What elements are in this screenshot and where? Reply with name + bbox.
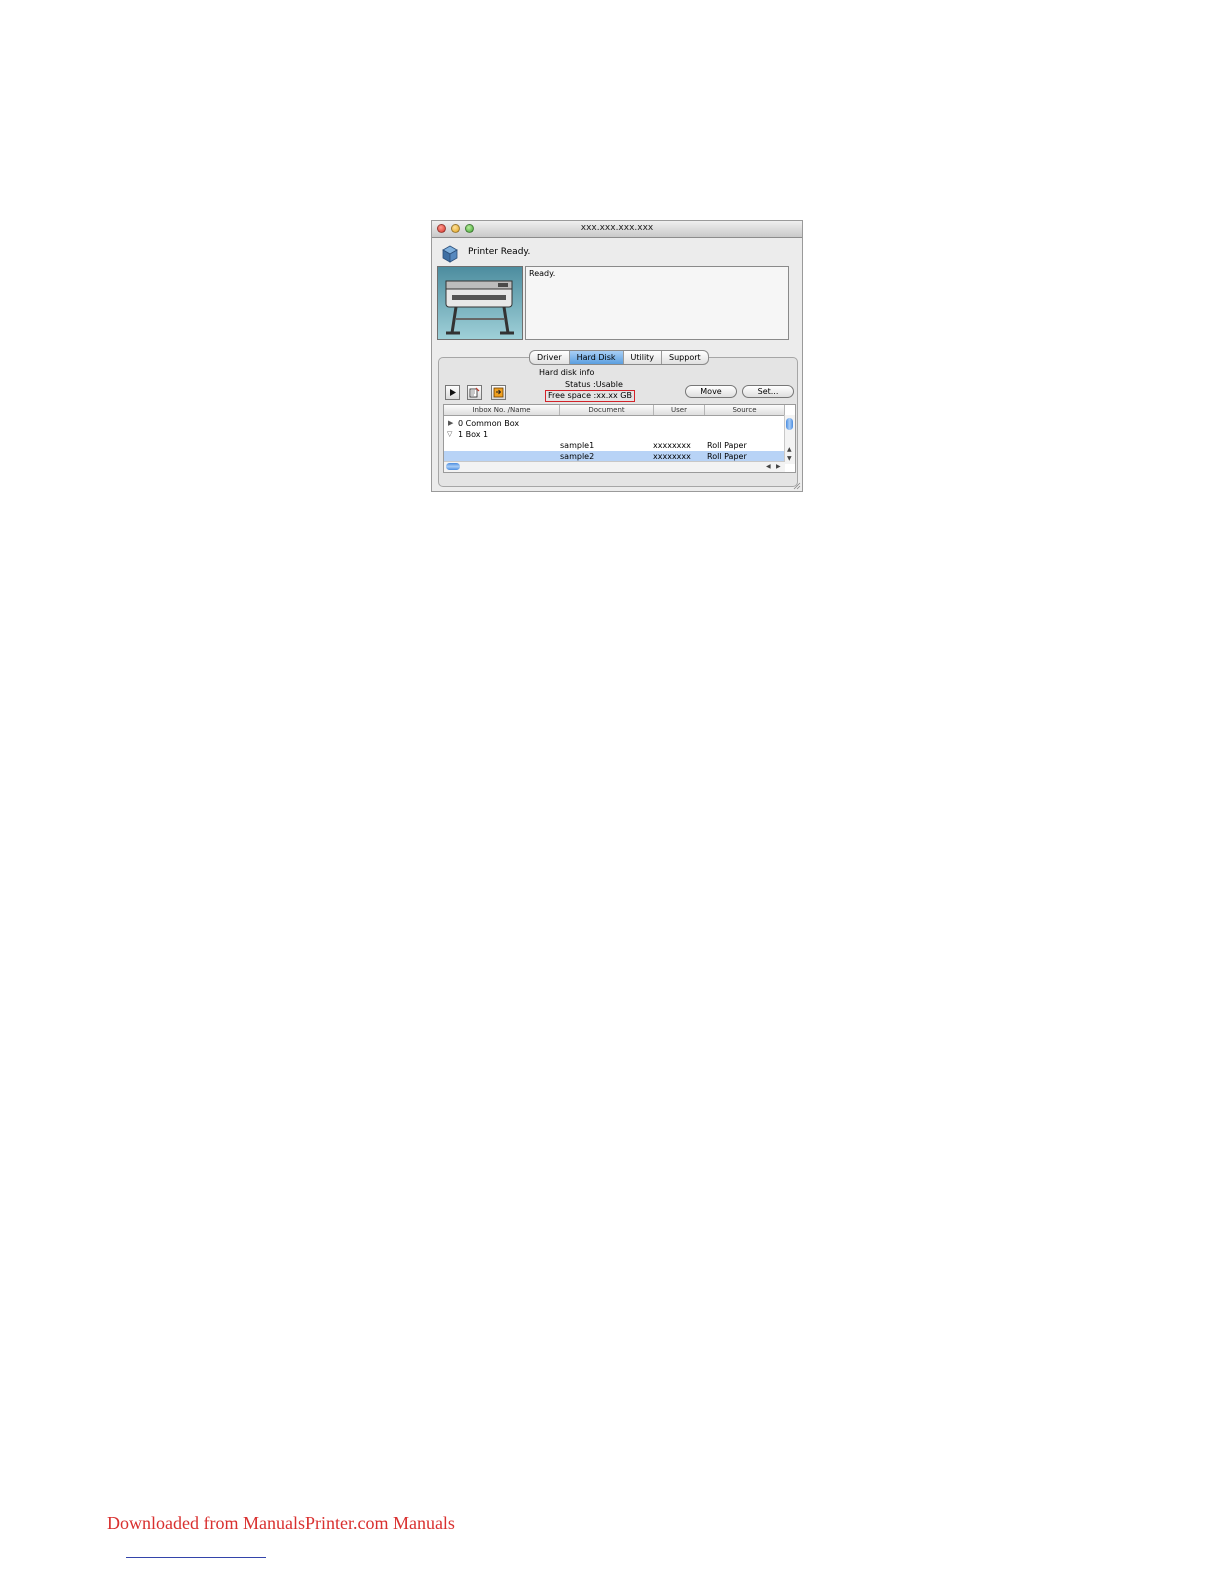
horizontal-scrollbar[interactable]: ◀ ▶ <box>444 461 785 472</box>
column-header-user[interactable]: User <box>654 405 705 415</box>
hard-disk-info-label: Hard disk info <box>539 368 595 377</box>
footer-divider <box>126 1557 266 1558</box>
column-header-inbox[interactable]: Inbox No. /Name <box>444 405 560 415</box>
play-icon <box>450 389 456 396</box>
disclosure-collapsed-icon[interactable]: ▶ <box>448 418 453 429</box>
scroll-up-arrow-icon[interactable]: ▲ <box>787 446 792 453</box>
move-job-button[interactable] <box>491 385 506 400</box>
footer-download-link[interactable]: Downloaded from ManualsPrinter.com Manua… <box>107 1513 455 1534</box>
job-list-table: Inbox No. /Name Document User Source ▶ 0… <box>443 404 796 473</box>
vertical-scrollbar[interactable]: ▲ ▼ <box>784 415 795 464</box>
paper-source: Roll Paper <box>707 441 747 450</box>
set-button[interactable]: Set... <box>742 385 794 398</box>
box-transfer-icon <box>493 387 504 398</box>
tab-utility[interactable]: Utility <box>624 351 663 364</box>
inbox-name: 0 Common Box <box>458 419 520 428</box>
scroll-down-arrow-icon[interactable]: ▼ <box>787 455 792 462</box>
disclosure-expanded-icon[interactable]: ▽ <box>447 429 452 440</box>
horizontal-scroll-thumb[interactable] <box>446 463 460 470</box>
printer-status-window: xxx.xxx.xxx.xxx Printer Ready. Ready. Dr… <box>431 220 803 492</box>
column-header-source[interactable]: Source <box>705 405 785 415</box>
tab-bar: Driver Hard Disk Utility Support <box>529 350 709 365</box>
hard-disk-free-space: Free space :xx.xx GB <box>545 390 635 402</box>
table-header: Inbox No. /Name Document User Source <box>444 405 785 416</box>
vertical-scroll-thumb[interactable] <box>786 418 793 430</box>
hard-disk-status: Status :Usable <box>565 380 623 389</box>
move-button[interactable]: Move <box>685 385 737 398</box>
status-message-box: Ready. <box>525 266 789 340</box>
tab-driver[interactable]: Driver <box>530 351 570 364</box>
table-row[interactable]: ▶ 0 Common Box <box>444 418 785 429</box>
table-row[interactable]: ▽ 1 Box 1 <box>444 429 785 440</box>
printer-status-text: Printer Ready. <box>468 247 531 257</box>
document-name: sample1 <box>560 441 595 450</box>
table-row[interactable]: sample1 xxxxxxxx Roll Paper <box>444 440 785 451</box>
column-header-document[interactable]: Document <box>560 405 654 415</box>
document-edit-icon <box>469 387 480 398</box>
document-properties-button[interactable] <box>467 385 482 400</box>
user-name: xxxxxxxx <box>653 441 691 450</box>
printer-image <box>437 266 523 340</box>
printer-status-icon <box>442 245 458 263</box>
scroll-right-arrow-icon[interactable]: ▶ <box>776 463 781 470</box>
title-bar[interactable]: xxx.xxx.xxx.xxx <box>432 221 802 238</box>
scroll-left-arrow-icon[interactable]: ◀ <box>766 463 771 470</box>
resize-grip-icon[interactable] <box>793 482 801 490</box>
play-button[interactable] <box>445 385 460 400</box>
tab-support[interactable]: Support <box>662 351 708 364</box>
window-title: xxx.xxx.xxx.xxx <box>580 223 654 233</box>
inbox-name: 1 Box 1 <box>458 430 489 439</box>
tab-hard-disk[interactable]: Hard Disk <box>569 351 624 364</box>
